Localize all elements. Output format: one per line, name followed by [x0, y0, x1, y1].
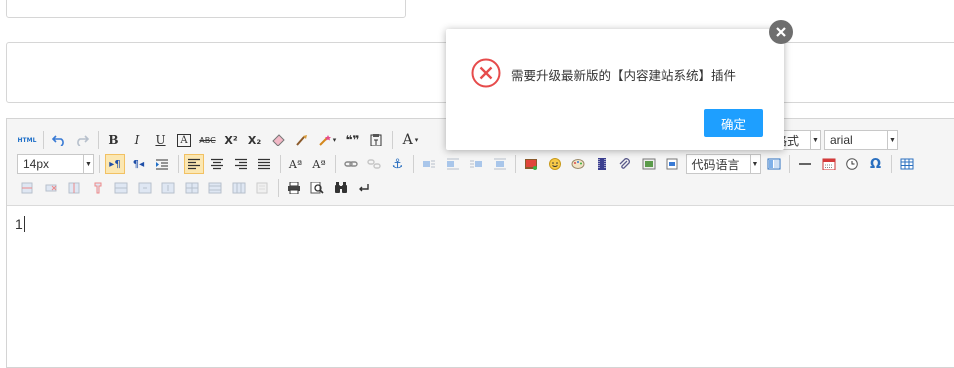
image-gallery-icon[interactable]: [639, 154, 659, 174]
align-center-icon[interactable]: [207, 154, 227, 174]
toolbar-row-2: 14px ▼ ▸¶ ¶◂ Aª Aª ⚓ 代码语言 ▼ Ω: [17, 153, 921, 175]
split-cols-icon[interactable]: [229, 178, 249, 198]
italic-icon[interactable]: I: [127, 130, 147, 150]
template-icon[interactable]: [764, 154, 784, 174]
rich-text-editor[interactable]: HTML B I U A ABC X² X₂ ▾ ❝❞ A ▾ ▼ arial …: [6, 118, 954, 368]
attachment-icon[interactable]: [615, 154, 635, 174]
insert-image-icon[interactable]: [521, 154, 541, 174]
page-break-icon[interactable]: [662, 154, 682, 174]
link-icon[interactable]: [341, 154, 361, 174]
image-float-right-icon[interactable]: [466, 154, 486, 174]
align-justify-icon[interactable]: [254, 154, 274, 174]
code-language-select[interactable]: 代码语言 ▼: [685, 154, 761, 174]
editor-content[interactable]: 1: [15, 216, 25, 232]
print-icon[interactable]: [284, 178, 304, 198]
align-right-icon[interactable]: [231, 154, 251, 174]
underline-icon[interactable]: U: [151, 130, 171, 150]
insert-table-icon[interactable]: [897, 154, 917, 174]
undo-icon[interactable]: [49, 130, 69, 150]
text-cursor: [23, 216, 25, 232]
ltr-direction-icon[interactable]: ▸¶: [105, 154, 125, 174]
delete-table-icon[interactable]: [252, 178, 272, 198]
merge-cells-icon[interactable]: [111, 178, 131, 198]
scrawl-icon[interactable]: [568, 154, 588, 174]
merge-down-icon[interactable]: [158, 178, 178, 198]
image-float-left-icon[interactable]: [443, 154, 463, 174]
rtl-direction-icon[interactable]: ¶◂: [129, 154, 149, 174]
subscript-icon[interactable]: X₂: [245, 130, 265, 150]
insert-time-icon[interactable]: [842, 154, 862, 174]
font-family-select[interactable]: arial ▼: [824, 130, 898, 150]
lowercase-icon[interactable]: Aª: [309, 154, 329, 174]
emotion-icon[interactable]: [545, 154, 565, 174]
image-float-none-icon[interactable]: [419, 154, 439, 174]
format-brush-icon[interactable]: [292, 130, 312, 150]
insert-date-icon[interactable]: [819, 154, 839, 174]
redo-icon[interactable]: [72, 130, 92, 150]
merge-right-icon[interactable]: [135, 178, 155, 198]
forecolor-icon[interactable]: A ▾: [398, 130, 424, 150]
font-border-icon[interactable]: A: [174, 130, 194, 150]
alert-dialog: 需要升级最新版的【内容建站系统】插件 确定: [446, 29, 784, 150]
superscript-icon[interactable]: X²: [221, 130, 241, 150]
dialog-close-icon[interactable]: [769, 20, 793, 44]
bold-icon[interactable]: B: [104, 130, 124, 150]
eraser-icon[interactable]: [268, 130, 288, 150]
confirm-button[interactable]: 确定: [704, 109, 763, 137]
horizontal-rule-icon[interactable]: [795, 154, 815, 174]
blockquote-icon[interactable]: ❝❞: [343, 130, 363, 150]
insert-row-icon[interactable]: [17, 178, 37, 198]
dialog-message: 需要升级最新版的【内容建站系统】插件: [511, 68, 737, 83]
indent-icon[interactable]: [152, 154, 172, 174]
special-char-icon[interactable]: Ω: [866, 154, 886, 174]
error-icon: [471, 58, 501, 88]
font-size-select[interactable]: 14px ▼: [17, 154, 94, 174]
editor-text: 1: [15, 216, 23, 232]
preview-icon[interactable]: [307, 178, 327, 198]
toolbar-row-3: [17, 177, 378, 199]
source-code-icon[interactable]: HTML: [17, 130, 37, 150]
split-rows-icon[interactable]: [205, 178, 225, 198]
delete-row-icon[interactable]: [41, 178, 61, 198]
enter-key-icon[interactable]: [354, 178, 374, 198]
uppercase-icon[interactable]: Aª: [286, 154, 306, 174]
search-replace-icon[interactable]: [331, 178, 351, 198]
insert-col-icon[interactable]: [64, 178, 84, 198]
delete-col-icon[interactable]: [88, 178, 108, 198]
split-cells-icon[interactable]: [182, 178, 202, 198]
anchor-icon[interactable]: ⚓: [388, 154, 408, 174]
align-left-icon[interactable]: [183, 154, 204, 174]
insert-video-icon[interactable]: [592, 154, 612, 174]
text-field-top[interactable]: [6, 0, 406, 18]
unlink-icon[interactable]: [364, 154, 384, 174]
paste-text-icon[interactable]: [366, 130, 386, 150]
image-center-icon[interactable]: [490, 154, 510, 174]
magic-wand-icon[interactable]: ▾: [315, 130, 339, 150]
strikethrough-icon[interactable]: ABC: [198, 130, 218, 150]
